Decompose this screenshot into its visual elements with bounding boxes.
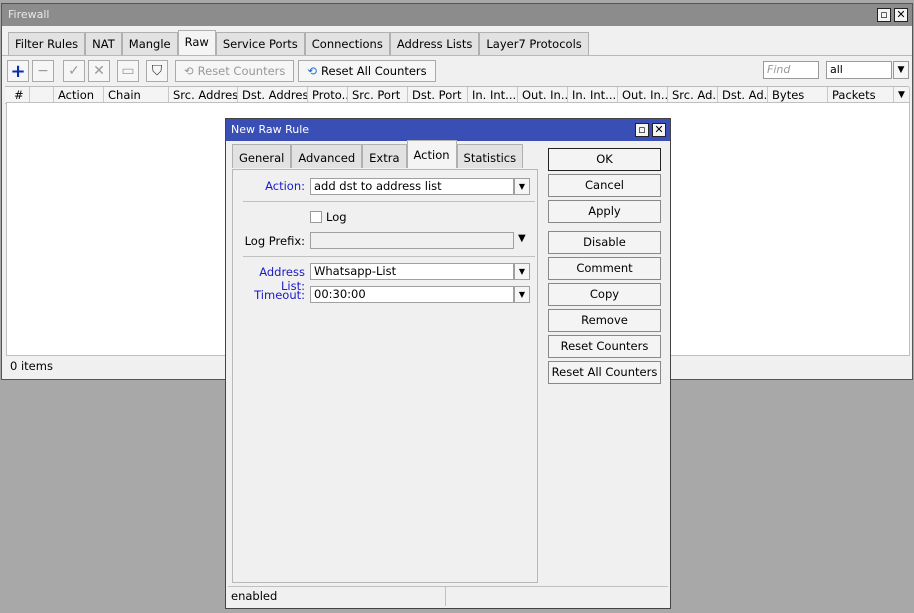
col-src-address-list[interactable]: Src. Ad... xyxy=(668,87,718,103)
comment-button[interactable]: Comment xyxy=(548,257,661,280)
tab-statistics[interactable]: Statistics xyxy=(456,144,524,168)
tab-action[interactable]: Action xyxy=(406,140,457,168)
col-src-address[interactable]: Src. Address xyxy=(169,87,238,103)
tab-mangle[interactable]: Mangle xyxy=(121,32,178,55)
col-out-interface-list[interactable]: Out. In... xyxy=(618,87,668,103)
action-select[interactable]: add dst to address list xyxy=(310,178,514,195)
reset-all-counters-dialog-button[interactable]: Reset All Counters xyxy=(548,361,661,384)
dialog-maximize-icon[interactable]: ▫ xyxy=(635,123,649,137)
find-input[interactable]: Find xyxy=(763,61,819,79)
separator xyxy=(243,201,535,202)
log-prefix-dropdown-icon[interactable]: ▼ xyxy=(518,233,526,244)
tab-service-ports[interactable]: Service Ports xyxy=(215,32,305,55)
maximize-icon[interactable]: ▫ xyxy=(877,8,891,22)
remove-button[interactable]: Remove xyxy=(548,309,661,332)
tab-connections[interactable]: Connections xyxy=(304,32,390,55)
log-label: Log xyxy=(326,210,347,224)
action-dropdown-icon[interactable]: ▼ xyxy=(514,178,530,195)
tab-raw[interactable]: Raw xyxy=(177,30,216,55)
column-menu-icon[interactable]: ▼ xyxy=(894,87,910,103)
close-icon[interactable]: ✕ xyxy=(894,8,908,22)
reset-counters-dialog-button[interactable]: Reset Counters xyxy=(548,335,661,358)
timeout-input[interactable]: 00:30:00 xyxy=(310,286,514,303)
add-icon[interactable]: + xyxy=(7,60,29,82)
tab-bar: Filter Rules NAT Mangle Raw Service Port… xyxy=(2,26,912,56)
tab-general[interactable]: General xyxy=(232,144,292,168)
col-packets[interactable]: Packets xyxy=(828,87,894,103)
disable-icon[interactable]: ✕ xyxy=(88,60,110,82)
log-prefix-input[interactable] xyxy=(310,232,514,249)
filter-select[interactable]: all xyxy=(826,61,892,79)
window-titlebar[interactable]: Firewall ▫ ✕ xyxy=(2,4,912,26)
col-src-port[interactable]: Src. Port xyxy=(348,87,408,103)
dialog-title: New Raw Rule xyxy=(231,123,310,136)
disable-button[interactable]: Disable xyxy=(548,231,661,254)
reset-all-counters-label: Reset All Counters xyxy=(321,64,427,78)
rule-status: enabled xyxy=(228,587,446,606)
tab-address-lists[interactable]: Address Lists xyxy=(389,32,480,55)
tab-filter-rules[interactable]: Filter Rules xyxy=(8,32,86,55)
reset-all-icon: ⟲ xyxy=(307,64,318,78)
cancel-button[interactable]: Cancel xyxy=(548,174,661,197)
action-label: Action: xyxy=(265,179,305,193)
toolbar: + − ✓ ✕ ▭ ⛉ ⟲ Reset Counters ⟲ Reset All C… xyxy=(2,56,912,86)
enable-icon[interactable]: ✓ xyxy=(63,60,85,82)
timeout-label: Timeout: xyxy=(254,288,305,302)
col-in-interface-list[interactable]: In. Int... xyxy=(568,87,618,103)
window-title: Firewall xyxy=(8,8,50,21)
col-protocol[interactable]: Proto... xyxy=(308,87,348,103)
col-bytes[interactable]: Bytes xyxy=(768,87,828,103)
ok-button[interactable]: OK xyxy=(548,148,661,171)
log-checkbox[interactable] xyxy=(310,211,322,223)
col-chain[interactable]: Chain xyxy=(104,87,169,103)
tab-advanced[interactable]: Advanced xyxy=(291,144,363,168)
col-out-interface[interactable]: Out. In... xyxy=(518,87,568,103)
reset-icon: ⟲ xyxy=(184,64,194,78)
reset-counters-label: Reset Counters xyxy=(197,64,286,78)
new-raw-rule-dialog: New Raw Rule ▫ ✕ General Advanced Extra … xyxy=(225,118,671,609)
col-number[interactable]: # xyxy=(5,87,30,103)
comment-icon[interactable]: ▭ xyxy=(117,60,139,82)
separator xyxy=(243,256,535,257)
log-prefix-label: Log Prefix: xyxy=(244,234,305,248)
address-list-input[interactable]: Whatsapp-List xyxy=(310,263,514,280)
col-dst-address-list[interactable]: Dst. Ad... xyxy=(718,87,768,103)
col-blank[interactable] xyxy=(30,87,54,103)
reset-counters-button[interactable]: ⟲ Reset Counters xyxy=(175,60,295,82)
action-panel: Action: add dst to address list ▼ Log Lo… xyxy=(232,169,538,583)
tab-layer7-protocols[interactable]: Layer7 Protocols xyxy=(479,32,589,55)
dialog-status-bar: enabled xyxy=(228,586,668,606)
filter-icon[interactable]: ⛉ xyxy=(146,60,168,82)
copy-button[interactable]: Copy xyxy=(548,283,661,306)
col-dst-address[interactable]: Dst. Address xyxy=(238,87,308,103)
col-dst-port[interactable]: Dst. Port xyxy=(408,87,468,103)
tab-extra[interactable]: Extra xyxy=(362,144,407,168)
dialog-close-icon[interactable]: ✕ xyxy=(652,123,666,137)
dropdown-arrow-icon[interactable]: ▼ xyxy=(893,61,909,79)
dialog-titlebar[interactable]: New Raw Rule ▫ ✕ xyxy=(226,119,670,141)
remove-icon[interactable]: − xyxy=(32,60,54,82)
tab-nat[interactable]: NAT xyxy=(85,32,122,55)
timeout-dropdown-icon[interactable]: ▼ xyxy=(514,286,530,303)
reset-all-counters-button[interactable]: ⟲ Reset All Counters xyxy=(298,60,436,82)
dialog-tab-bar: General Advanced Extra Action Statistics xyxy=(232,140,524,168)
address-list-dropdown-icon[interactable]: ▼ xyxy=(514,263,530,280)
col-in-interface[interactable]: In. Int... xyxy=(468,87,518,103)
col-action[interactable]: Action xyxy=(54,87,104,103)
apply-button[interactable]: Apply xyxy=(548,200,661,223)
